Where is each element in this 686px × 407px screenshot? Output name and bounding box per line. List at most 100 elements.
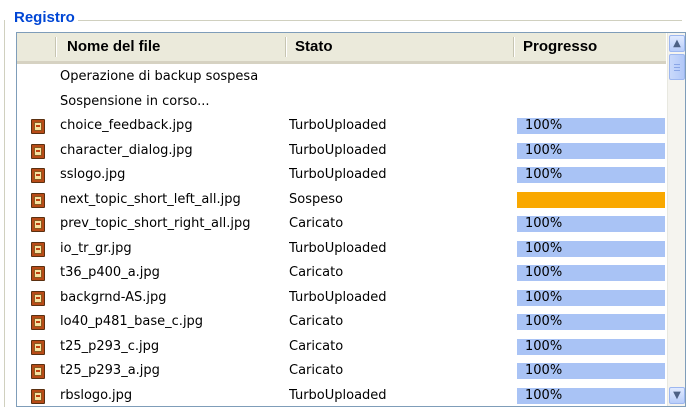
file-name: Operazione di backup sospesa	[60, 69, 259, 84]
file-log-list[interactable]: Nome del file Stato Progresso Operazione…	[16, 32, 686, 407]
progress-cell: 100%	[517, 286, 665, 310]
progress-bar: 100%	[517, 167, 665, 183]
progress-bar: 100%	[517, 338, 665, 355]
image-file-icon	[31, 388, 45, 404]
column-header-progress[interactable]: Progresso	[517, 33, 666, 61]
list-rows: Operazione di backup sospesa Sospensione …	[17, 65, 666, 407]
file-name: character_dialog.jpg	[60, 142, 193, 158]
progress-cell: 100%	[517, 384, 665, 407]
list-item[interactable]: t36_p400_a.jpg Caricato 100%	[17, 261, 666, 286]
progress-label: 100%	[525, 142, 563, 158]
file-icon-cell	[31, 261, 49, 285]
scroll-down-button[interactable]: ▼	[669, 387, 685, 404]
vertical-scrollbar[interactable]: ▲ ▼	[667, 33, 685, 406]
list-item[interactable]: t25_p293_a.jpg Caricato 100%	[17, 359, 666, 384]
file-name: rbslogo.jpg	[60, 387, 133, 403]
file-icon-cell	[31, 384, 49, 407]
image-file-icon	[31, 315, 45, 330]
file-name: t36_p400_a.jpg	[60, 265, 160, 280]
progress-bar	[517, 191, 665, 208]
scroll-up-button[interactable]: ▲	[669, 35, 685, 52]
file-name: Sospensione in corso...	[60, 93, 210, 109]
list-item[interactable]: prev_topic_short_right_all.jpg Caricato 10…	[17, 212, 666, 237]
file-icon-cell	[31, 212, 49, 236]
list-item[interactable]: t25_p293_c.jpg Caricato 100%	[17, 335, 666, 360]
progress-bar: 100%	[517, 363, 665, 379]
list-item[interactable]: backgrnd-AS.jpg TurboUploaded 100%	[17, 286, 666, 311]
list-item[interactable]: rbslogo.jpg TurboUploaded 100%	[17, 384, 666, 407]
list-item[interactable]: character_dialog.jpg TurboUploaded 100%	[17, 139, 666, 164]
progress-label: 100%	[525, 240, 563, 256]
progress-label: 100%	[525, 387, 563, 403]
file-icon-cell	[31, 188, 49, 212]
list-item[interactable]: sslogo.jpg TurboUploaded 100%	[17, 163, 666, 188]
image-file-icon	[31, 290, 45, 306]
progress-cell: 100%	[517, 261, 665, 285]
file-icon-cell	[31, 139, 49, 163]
progress-cell: 100%	[517, 335, 665, 359]
file-name: next_topic_short_left_all.jpg	[60, 191, 241, 207]
file-icon-cell	[31, 286, 49, 310]
image-file-icon	[31, 339, 45, 355]
file-state: TurboUploaded	[289, 240, 387, 256]
file-icon-cell	[31, 359, 49, 383]
image-file-icon	[31, 192, 45, 208]
progress-label: 100%	[525, 118, 563, 133]
list-item[interactable]: choice_feedback.jpg TurboUploaded 100%	[17, 114, 666, 139]
file-state: TurboUploaded	[289, 289, 387, 305]
progress-cell	[517, 188, 665, 212]
progress-bar: 100%	[517, 240, 665, 257]
list-item[interactable]: next_topic_short_left_all.jpg Sospeso	[17, 188, 666, 213]
groupbox-border-left	[4, 20, 5, 407]
file-name: sslogo.jpg	[60, 167, 126, 182]
file-icon-cell	[31, 237, 49, 261]
list-item[interactable]: Operazione di backup sospesa	[17, 65, 666, 90]
file-name: prev_topic_short_right_all.jpg	[60, 216, 251, 231]
file-name: backgrnd-AS.jpg	[60, 289, 167, 305]
progress-cell: 100%	[517, 212, 665, 236]
file-icon-cell	[31, 310, 49, 334]
column-separator[interactable]	[285, 37, 287, 57]
file-state: Sospeso	[289, 191, 343, 207]
file-state: TurboUploaded	[289, 387, 387, 403]
file-state: Caricato	[289, 363, 344, 378]
column-separator[interactable]	[513, 37, 515, 57]
file-state	[289, 65, 514, 89]
image-file-icon	[31, 143, 45, 159]
progress-bar: 100%	[517, 265, 665, 281]
column-header-name[interactable]: Nome del file	[61, 33, 287, 61]
file-name: t25_p293_c.jpg	[60, 338, 160, 354]
progress-bar: 100%	[517, 314, 665, 330]
file-state: Caricato	[289, 314, 344, 329]
progress-cell: 100%	[517, 237, 665, 261]
file-state: TurboUploaded	[289, 167, 387, 182]
progress-bar: 100%	[517, 118, 665, 134]
file-state: Caricato	[289, 265, 344, 280]
progress-bar: 100%	[517, 142, 665, 159]
column-separator[interactable]	[55, 37, 57, 57]
list-item[interactable]: lo40_p481_base_c.jpg Caricato 100%	[17, 310, 666, 335]
progress-cell: 100%	[517, 139, 665, 163]
groupbox-title: Registro	[11, 9, 78, 27]
file-state: Caricato	[289, 216, 344, 231]
file-icon-cell	[31, 163, 49, 187]
progress-bar: 100%	[517, 289, 665, 306]
image-file-icon	[31, 217, 45, 232]
file-state	[289, 90, 514, 114]
column-header-icon[interactable]	[17, 33, 55, 61]
column-header-state[interactable]: Stato	[289, 33, 515, 61]
progress-cell: 100%	[517, 114, 665, 138]
file-name: choice_feedback.jpg	[60, 118, 193, 133]
progress-cell: 100%	[517, 163, 665, 187]
list-item[interactable]: io_tr_gr.jpg TurboUploaded 100%	[17, 237, 666, 262]
progress-label: 100%	[525, 167, 563, 182]
progress-cell: 100%	[517, 359, 665, 383]
groupbox-border-top	[20, 20, 682, 21]
progress-cell: 100%	[517, 310, 665, 334]
file-name: t25_p293_a.jpg	[60, 363, 160, 378]
scroll-thumb[interactable]	[669, 54, 685, 80]
file-state: TurboUploaded	[289, 142, 387, 158]
progress-label: 100%	[525, 265, 563, 280]
file-state: TurboUploaded	[289, 118, 387, 133]
list-item[interactable]: Sospensione in corso...	[17, 90, 666, 115]
